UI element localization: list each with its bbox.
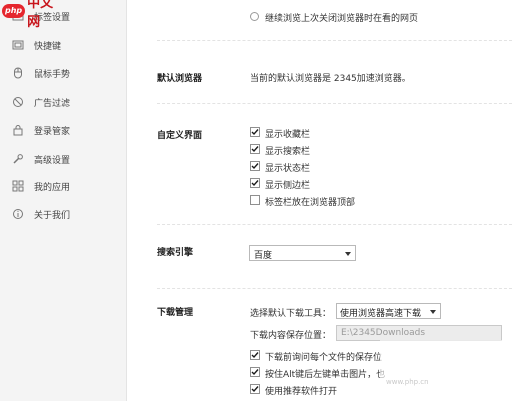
watermark: www.php.cn: [380, 340, 512, 401]
site-logo: php 中文网: [0, 0, 64, 30]
apps-icon: [12, 180, 24, 192]
sidebar-item-shortcuts[interactable]: 快捷键: [0, 31, 126, 59]
info-icon: [12, 208, 24, 220]
check-icon: [251, 163, 259, 170]
show-status-bar-checkbox[interactable]: [250, 161, 260, 171]
recommended-software-checkbox[interactable]: [250, 384, 260, 394]
sidebar: 标签设置 快捷键 鼠标手势 广告过滤 登录管家 高级设置 我的应用 关于我们: [0, 0, 127, 401]
check-icon: [251, 352, 259, 359]
sidebar-item-label: 登录管家: [34, 127, 71, 137]
show-favorites-label: 显示收藏栏: [265, 130, 311, 140]
check-icon: [251, 146, 259, 153]
sidebar-item-my-apps[interactable]: 我的应用: [0, 172, 126, 200]
check-icon: [251, 386, 259, 393]
logo-text: 中文网: [27, 0, 54, 30]
sidebar-item-mouse-gestures[interactable]: 鼠标手势: [0, 59, 126, 87]
tabs-on-top-label: 标签栏放在浏览器顶部: [265, 198, 356, 208]
sidebar-item-about-us[interactable]: 关于我们: [0, 200, 126, 228]
download-tool-value: 使用浏览器高速下载: [340, 309, 422, 319]
default-browser-message: 当前的默认浏览器是 2345加速浏览器。: [250, 74, 411, 84]
tabs-on-top-checkbox[interactable]: [250, 195, 260, 205]
lock-icon: [12, 124, 24, 136]
chevron-down-icon: [430, 310, 436, 314]
show-search-bar-checkbox[interactable]: [250, 144, 260, 154]
section-divider: [157, 224, 512, 225]
sidebar-item-label: 鼠标手势: [34, 70, 71, 80]
sidebar-item-label: 我的应用: [34, 183, 71, 193]
check-icon: [251, 180, 259, 187]
show-search-bar-label: 显示搜索栏: [265, 147, 311, 157]
startup-restore-label: 继续浏览上次关闭浏览器时在看的网页: [265, 14, 419, 24]
keyboard-icon: [12, 39, 24, 51]
sidebar-item-label: 关于我们: [34, 211, 71, 221]
download-path-label: 下载内容保存位置：: [250, 331, 332, 341]
custom-ui-label: 自定义界面: [157, 131, 203, 141]
startup-restore-radio[interactable]: [250, 12, 259, 21]
search-engine-label: 搜索引擎: [157, 248, 194, 258]
sidebar-item-ad-filter[interactable]: 广告过滤: [0, 88, 126, 116]
ask-save-location-label: 下载前询问每个文件的保存位: [265, 353, 383, 363]
ask-save-location-checkbox[interactable]: [250, 350, 260, 360]
watermark-text: www.php.cn: [386, 378, 429, 386]
check-icon: [251, 369, 259, 376]
show-sidebar-checkbox[interactable]: [250, 178, 260, 188]
show-favorites-checkbox[interactable]: [250, 127, 260, 137]
download-path-value: E:\2345Downloads: [341, 328, 426, 338]
chevron-down-icon: [345, 252, 351, 256]
sidebar-item-login-manager[interactable]: 登录管家: [0, 116, 126, 144]
mouse-icon: [12, 67, 24, 79]
section-divider: [157, 40, 512, 41]
show-status-bar-label: 显示状态栏: [265, 164, 311, 174]
download-tool-select[interactable]: 使用浏览器高速下载: [336, 303, 441, 319]
logo-badge: php: [2, 4, 26, 18]
download-label: 下载管理: [157, 308, 194, 318]
alt-click-download-checkbox[interactable]: [250, 367, 260, 377]
default-browser-label: 默认浏览器: [157, 74, 203, 84]
recommended-software-label: 使用推荐软件打开: [265, 387, 338, 397]
section-divider: [157, 288, 512, 289]
search-engine-select[interactable]: 百度: [249, 245, 356, 261]
sidebar-item-label: 广告过滤: [34, 99, 71, 109]
alt-click-download-label: 按住Alt键后左键单击图片，也: [265, 370, 386, 380]
search-engine-value: 百度: [254, 251, 273, 261]
sidebar-item-label: 快捷键: [34, 42, 62, 52]
show-sidebar-label: 显示侧边栏: [265, 181, 311, 191]
block-icon: [12, 96, 24, 108]
wrench-icon: [12, 153, 24, 165]
sidebar-item-label: 高级设置: [34, 156, 71, 166]
sidebar-item-advanced-settings[interactable]: 高级设置: [0, 145, 126, 173]
check-icon: [251, 129, 259, 136]
download-path-input: E:\2345Downloads: [336, 325, 502, 341]
section-divider: [157, 103, 512, 104]
download-tool-label: 选择默认下载工具：: [250, 309, 332, 319]
